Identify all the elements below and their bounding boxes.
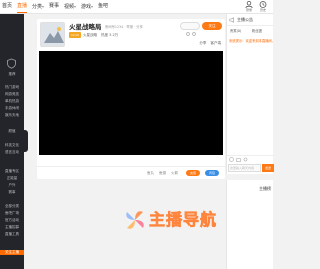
nav-video[interactable]: 视频▾ xyxy=(64,3,76,11)
avatar-image xyxy=(41,23,64,46)
chat-message-list[interactable] xyxy=(227,46,274,156)
room-viewers: 热度 3.2万 xyxy=(101,33,119,37)
nav-category-label: 分类 xyxy=(32,4,43,10)
sidebar-item-hot-games[interactable]: 热门游戏 xyxy=(0,85,24,90)
history-label: 历史 xyxy=(259,8,266,12)
nav-video-label: 视频 xyxy=(64,4,75,10)
gift-fin[interactable]: 鱼翅 xyxy=(159,170,166,176)
pinwheel-logo-icon xyxy=(126,211,144,229)
nav-yuba[interactable]: 鱼吧 xyxy=(98,3,108,10)
tab-fans[interactable]: 粉丝团 xyxy=(252,27,262,35)
level-badge: LV.12 xyxy=(69,32,81,38)
user-icon[interactable]: 登录 xyxy=(243,1,255,13)
sidebar-item-live-zone[interactable]: 直播专区 xyxy=(0,169,24,174)
top-navigation: 首页 直播 分类▾ 赛事 视频▾ 游戏▾ 鱼吧 登录 历史 xyxy=(0,0,273,14)
room-subtitle: 房间号1234 · 举报 · 分享 xyxy=(105,25,143,29)
follow-button[interactable]: 关注 xyxy=(202,22,222,30)
sidebar-item-single-games[interactable]: 单机热游 xyxy=(0,99,24,104)
chevron-down-icon: ▾ xyxy=(91,4,94,9)
chat-header: 主播公告 xyxy=(227,14,274,26)
login-label: 登录 xyxy=(245,8,252,12)
sidebar-item-mobile-games[interactable]: 手游休闲 xyxy=(0,106,24,111)
sidebar-item-official[interactable]: 官方活动 xyxy=(0,218,24,223)
nav-games[interactable]: 游戏▾ xyxy=(81,3,93,11)
sidebar-collapse-handle[interactable] xyxy=(24,130,28,152)
nav-user-area: 登录 历史 xyxy=(241,1,271,13)
sidebar-item-online-games[interactable]: 网游竞技 xyxy=(0,92,24,97)
history-icon[interactable]: 历史 xyxy=(257,1,269,13)
share-link[interactable]: 分享 xyxy=(199,41,206,45)
announcement-icon xyxy=(229,17,234,23)
settings-icon[interactable] xyxy=(243,157,248,162)
recharge-button[interactable]: 充值 xyxy=(186,170,200,176)
chevron-down-icon: ▾ xyxy=(74,4,77,9)
left-sidebar: 推荐 热门游戏 网游竞技 单机热游 手游休闲 娱乐天地 颜值 科技文化 语言互动… xyxy=(0,14,24,269)
send-button[interactable]: 发送 xyxy=(262,164,274,172)
chat-system-notice: 系统提示：欢迎来到本直播间，请文明发言 xyxy=(229,39,273,43)
rank-panel: 主播榜 xyxy=(226,180,273,269)
sidebar-item-voice[interactable]: 语言互动 xyxy=(0,150,24,155)
sidebar-item-beauty[interactable]: 颜值 xyxy=(0,129,24,134)
room-category[interactable]: 火星战略 xyxy=(83,32,97,38)
sidebar-item-following[interactable]: 关注主播 xyxy=(0,250,24,255)
nav-events[interactable]: 赛事 xyxy=(49,3,59,10)
gift-rocket[interactable]: 火箭 xyxy=(171,170,178,176)
sidebar-item-positive[interactable]: 正能量 xyxy=(0,176,24,181)
nav-live[interactable]: 直播 xyxy=(17,3,28,13)
tab-vip[interactable]: 贵宾(0) xyxy=(230,27,241,35)
sidebar-item-tech[interactable]: 科技文化 xyxy=(0,143,24,148)
sidebar-item-entertainment[interactable]: 娱乐天地 xyxy=(0,113,24,118)
sidebar-item-events[interactable]: 赛事 xyxy=(0,190,24,195)
rank-title: 主播榜 xyxy=(259,186,271,191)
sidebar-item-all-categories[interactable]: 全部分类 xyxy=(0,204,24,209)
room-toolbar: 分享 客户端 xyxy=(196,41,221,46)
share-icon xyxy=(186,32,196,36)
live-room-panel: 火星战略局 房间号1234 · 举报 · 分享 LV.12 火星战略 热度 3.… xyxy=(37,19,225,179)
watermark-text: 主播导航 xyxy=(149,210,218,230)
sidebar-item-yuba-square[interactable]: 鱼吧广场 xyxy=(0,211,24,216)
video-player[interactable] xyxy=(39,51,223,155)
sidebar-item-tools[interactable]: 直播工具 xyxy=(0,232,24,237)
chat-input[interactable]: 这里输入聊天内容 xyxy=(228,164,261,172)
chat-tabs: 贵宾(0) 粉丝团 xyxy=(227,27,274,35)
backpack-button[interactable]: 背包 xyxy=(205,170,219,176)
sidebar-item-outdoor[interactable]: 户外 xyxy=(0,183,24,188)
gift-bar: 鱼丸 鱼翅 火箭 充值 背包 xyxy=(37,166,225,178)
nav-home[interactable]: 首页 xyxy=(2,3,12,10)
shield-icon[interactable] xyxy=(6,58,17,69)
room-title: 火星战略局 xyxy=(69,23,102,31)
streamer-avatar[interactable] xyxy=(40,22,65,47)
client-link[interactable]: 客户端 xyxy=(211,41,222,45)
chat-panel: 主播公告 贵宾(0) 粉丝团 系统提示：欢迎来到本直播间，请文明发言 这里输入聊… xyxy=(226,14,274,174)
chat-toolbar xyxy=(229,157,273,163)
site-watermark: 主播导航 xyxy=(122,205,232,245)
chevron-down-icon: ▾ xyxy=(42,4,45,9)
gift-fishball[interactable]: 鱼丸 xyxy=(147,170,154,176)
sidebar-item-recommend[interactable]: 推荐 xyxy=(0,72,24,77)
nav-games-label: 游戏 xyxy=(81,4,92,10)
sidebar-item-recruit[interactable]: 主播招募 xyxy=(0,225,24,230)
nav-category[interactable]: 分类▾ xyxy=(32,3,44,11)
emoji-icon[interactable] xyxy=(229,157,234,162)
chat-title: 主播公告 xyxy=(237,17,253,22)
share-button[interactable] xyxy=(180,22,200,36)
gift-icon[interactable] xyxy=(236,157,241,162)
